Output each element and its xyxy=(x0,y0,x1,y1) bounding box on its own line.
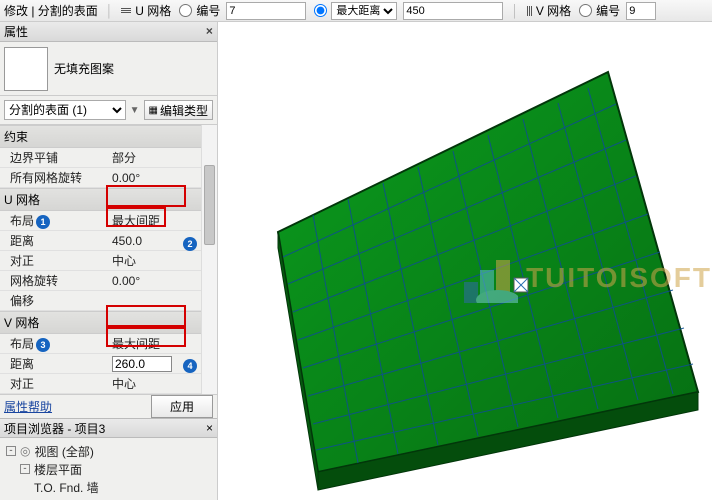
grid-icon: ▦ xyxy=(149,105,158,116)
u-dist-radio-input[interactable] xyxy=(314,4,327,17)
u-number-radio[interactable]: 编号 xyxy=(177,2,220,19)
u-dist-input[interactable] xyxy=(403,2,503,20)
type-name: 无填充图案 xyxy=(54,60,114,77)
row-v-distance[interactable]: 距离4 xyxy=(0,354,217,374)
properties-panel: 属性 × 无填充图案 分割的表面 (1) ▼ ▦ 编辑类型 约束⌄ 边界平铺部分… xyxy=(0,22,218,500)
property-footer: 属性帮助 应用 xyxy=(0,394,217,418)
row-u-distance[interactable]: 距离450.02= xyxy=(0,231,217,251)
row-v-justify[interactable]: 对正中心 xyxy=(0,374,217,394)
close-icon[interactable]: × xyxy=(206,25,213,39)
edit-type-button[interactable]: ▦ 编辑类型 xyxy=(144,100,213,120)
row-u-offset[interactable]: 偏移 xyxy=(0,291,217,311)
options-toolbar: 修改 | 分割的表面 │ U 网格 编号 最大距离 │ V 网格 编号 xyxy=(0,0,712,22)
u-dist-select[interactable]: 最大距离 xyxy=(331,2,397,20)
vlines-icon xyxy=(527,6,532,16)
modify-label: 修改 | 分割的表面 xyxy=(4,2,98,19)
type-thumbnail[interactable] xyxy=(4,47,48,91)
tree-floorplans[interactable]: -楼层平面 xyxy=(20,460,211,478)
hlines-icon xyxy=(121,8,131,13)
instance-selector[interactable]: 分割的表面 (1) xyxy=(4,100,126,120)
row-u-grid-rot[interactable]: 网格旋转0.00° xyxy=(0,271,217,291)
property-grid: 约束⌄ 边界平铺部分 所有网格旋转0.00°= U 网格⌄ 布局1最大间距 距离… xyxy=(0,125,217,394)
section-constraint[interactable]: 约束⌄ xyxy=(0,125,217,148)
property-help-link[interactable]: 属性帮助 xyxy=(4,398,52,415)
properties-header: 无填充图案 xyxy=(0,42,217,96)
section-v-grid[interactable]: V 网格⌄ xyxy=(0,311,217,334)
close-icon[interactable]: × xyxy=(206,421,213,435)
v-number-input[interactable] xyxy=(626,2,656,20)
apply-button[interactable]: 应用 xyxy=(151,395,213,418)
row-u-justify[interactable]: 对正中心 xyxy=(0,251,217,271)
section-u-grid[interactable]: U 网格⌄ xyxy=(0,188,217,211)
properties-titlebar: 属性 × xyxy=(0,22,217,42)
row-v-layout[interactable]: 布局3最大间距 xyxy=(0,334,217,354)
tree-root[interactable]: -◎视图 (全部) xyxy=(6,442,211,460)
u-dist-radio[interactable]: 最大距离 xyxy=(312,2,397,20)
project-browser-titlebar: 项目浏览器 - 项目3 × xyxy=(0,418,217,438)
project-browser-tree: -◎视图 (全部) -楼层平面 T.O. Fnd. 墙 xyxy=(0,438,217,500)
v-distance-input[interactable] xyxy=(112,356,172,372)
row-u-layout[interactable]: 布局1最大间距 xyxy=(0,211,217,231)
instance-selector-row: 分割的表面 (1) ▼ ▦ 编辑类型 xyxy=(0,96,217,125)
u-number-radio-input[interactable] xyxy=(179,4,192,17)
row-boundary-tile[interactable]: 边界平铺部分 xyxy=(0,148,217,168)
u-grid-field: U 网格 xyxy=(121,2,171,19)
v-number-radio[interactable]: 编号 xyxy=(577,2,620,19)
property-scrollbar[interactable] xyxy=(201,125,217,394)
tree-leaf[interactable]: T.O. Fnd. 墙 xyxy=(34,478,211,496)
v-grid-field: V 网格 xyxy=(527,2,571,19)
v-number-radio-input[interactable] xyxy=(579,4,592,17)
row-all-grid-rot[interactable]: 所有网格旋转0.00°= xyxy=(0,168,217,188)
u-number-input[interactable] xyxy=(226,2,306,20)
divided-surface xyxy=(218,22,712,500)
3d-viewport[interactable]: TUITOISOFT xyxy=(218,22,712,500)
